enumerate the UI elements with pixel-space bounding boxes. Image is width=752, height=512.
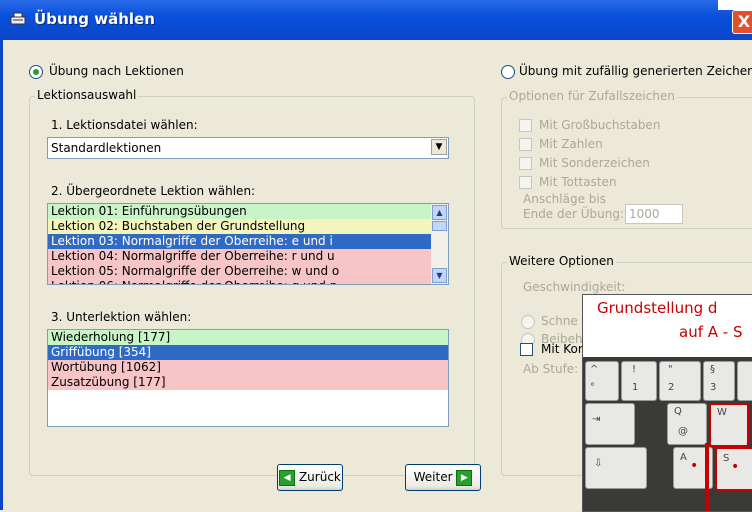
lesson-selection-title: Lektionsauswahl xyxy=(35,88,139,102)
scroll-up-icon[interactable]: ▲ xyxy=(432,205,447,220)
lesson-file-select[interactable]: Standardlektionen ▼ xyxy=(47,137,449,159)
key-circumflex: ^ ° xyxy=(585,361,619,401)
list-item[interactable]: Wortübung [1062] xyxy=(48,360,448,375)
list-item[interactable]: Zusatzübung [177] xyxy=(48,375,448,390)
more-options-title: Weitere Optionen xyxy=(507,254,616,268)
speed-label: Geschwindigkeit: xyxy=(523,280,626,294)
random-mode-label[interactable]: Übung mit zufällig generierten Zeichen xyxy=(519,64,752,78)
strokes-label-1: Anschläge bis xyxy=(523,192,606,206)
speed-fast-radio[interactable] xyxy=(521,315,535,329)
window-title: Übung wählen xyxy=(34,10,155,28)
strokes-label-2: Ende der Übung: xyxy=(523,207,625,221)
chevron-down-icon[interactable]: ▼ xyxy=(431,139,447,155)
key-tab: ⇥ xyxy=(585,403,635,445)
list-item[interactable]: Lektion 05: Normalgriffe der Oberreihe: … xyxy=(48,264,448,279)
step1-label: 1. Lektionsdatei wählen: xyxy=(51,118,198,132)
uppercase-checkbox[interactable] xyxy=(519,119,532,132)
random-options-title: Optionen für Zufallszeichen xyxy=(507,89,677,103)
lessons-mode-label[interactable]: Übung nach Lektionen xyxy=(49,64,184,78)
control-label: Mit Kor xyxy=(541,342,583,356)
lessons-mode-radio[interactable] xyxy=(29,65,43,79)
list-item[interactable]: Lektion 03: Normalgriffe der Oberreihe: … xyxy=(48,234,448,249)
lesson-scrollbar[interactable]: ▲ ▼ xyxy=(431,204,448,284)
back-label: Zurück xyxy=(298,470,341,484)
speed-fast-label: Schne xyxy=(541,314,578,328)
list-item[interactable]: Lektion 01: Einführungsübungen xyxy=(48,204,448,219)
key-2: " 2 xyxy=(659,361,701,401)
strokes-input[interactable]: 1000 xyxy=(625,204,683,224)
key-capslock: ⇩ xyxy=(585,447,647,489)
special-checkbox[interactable] xyxy=(519,157,532,170)
keyboard-image: ^ ° ! 1 " 2 § 3 ⇥ Q @ W ⇩ A • S • xyxy=(583,357,752,511)
next-button[interactable]: Weiter ▶ xyxy=(405,464,481,491)
numbers-checkbox[interactable] xyxy=(519,138,532,151)
step3-label: 3. Unterlektion wählen: xyxy=(51,310,192,324)
scroll-down-icon[interactable]: ▼ xyxy=(432,268,447,283)
lesson-file-value: Standardlektionen xyxy=(51,141,162,155)
key-s: S • xyxy=(715,447,752,491)
scroll-thumb[interactable] xyxy=(432,221,447,231)
lesson-listbox[interactable]: Lektion 01: Einführungsübungen Lektion 02… xyxy=(47,203,449,285)
key-q: Q @ xyxy=(667,403,707,445)
finger-position-popup: Grundstellung d auf A - S ^ ° ! 1 " 2 § 3 ⇥ … xyxy=(582,294,752,512)
list-item[interactable]: Lektion 04: Normalgriffe der Oberreihe: … xyxy=(48,249,448,264)
close-button[interactable]: X xyxy=(732,10,752,34)
key-3: § 3 xyxy=(703,361,735,401)
keyboard-icon xyxy=(10,12,26,25)
next-label: Weiter xyxy=(413,470,453,484)
arrow-right-icon: ▶ xyxy=(456,469,473,486)
popup-line2: auf A - S xyxy=(679,323,743,341)
popup-line1: Grundstellung d xyxy=(597,299,718,317)
special-label: Mit Sonderzeichen xyxy=(539,156,650,170)
uppercase-label: Mit Großbuchstaben xyxy=(539,118,661,132)
level-label: Ab Stufe: xyxy=(523,362,579,376)
arrow-left-icon: ◀ xyxy=(279,469,296,486)
list-item[interactable]: Lektion 06: Normalgriffe der Oberreihe: … xyxy=(48,279,448,284)
back-button[interactable]: ◀ Zurück xyxy=(277,464,343,491)
key-1: ! 1 xyxy=(621,361,657,401)
step2-label: 2. Übergeordnete Lektion wählen: xyxy=(51,184,256,198)
key-4 xyxy=(737,361,752,401)
deadkeys-checkbox[interactable] xyxy=(519,176,532,189)
list-item[interactable]: Griffübung [354] xyxy=(48,345,448,360)
numbers-label: Mit Zahlen xyxy=(539,137,603,151)
title-bar: Übung wählen xyxy=(0,0,752,40)
sublesson-listbox[interactable]: Wiederholung [177] Griffübung [354] Wortüb… xyxy=(47,329,449,427)
list-item[interactable]: Lektion 02: Buchstaben der Grundstellung xyxy=(48,219,448,234)
deadkeys-label: Mit Tottasten xyxy=(539,175,617,189)
control-checkbox[interactable] xyxy=(520,343,533,356)
random-mode-radio[interactable] xyxy=(501,65,515,79)
list-item[interactable]: Wiederholung [177] xyxy=(48,330,448,345)
titlebar-edge xyxy=(718,0,752,10)
highlight-line xyxy=(705,443,709,511)
key-w: W xyxy=(709,403,749,447)
